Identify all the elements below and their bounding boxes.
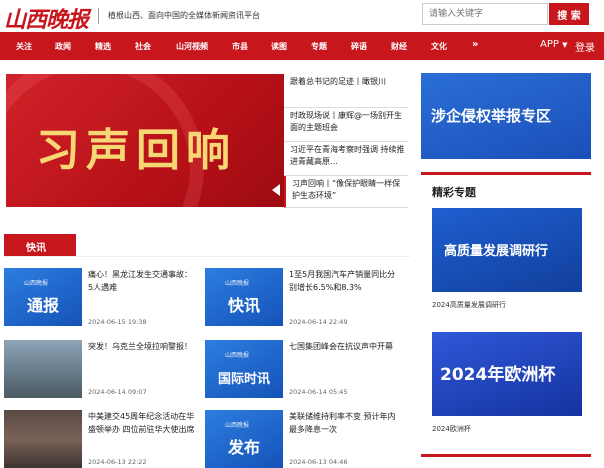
app-menu[interactable]: APP ▼ <box>540 39 567 50</box>
news-timestamp: 2024-06-14 22:49 <box>289 318 348 326</box>
thumb-watermark: 山西晚报 <box>225 280 250 287</box>
special-topic-image[interactable]: 2024年欧洲杯 <box>432 332 582 416</box>
nav-item-jingxuan[interactable]: 精选 <box>95 41 111 52</box>
main-nav: 关注 政闻 精选 社会 山河视频 市县 读图 专题 碎语 财经 文化 » APP… <box>0 32 604 60</box>
report-zone-banner[interactable]: 涉企侵权举报专区 <box>421 73 591 159</box>
special-topic-caption[interactable]: 2024高质量发展调研行 <box>432 300 506 310</box>
special-topic-image[interactable]: 高质量发展调研行 <box>432 208 582 292</box>
special-topics-title: 精彩专题 <box>432 186 476 199</box>
news-title[interactable]: 突发！乌克兰全境拉响警报！ <box>88 340 196 353</box>
header: 山西晚报 植根山西、面向中国的全媒体新闻资讯平台 搜 索 <box>0 0 604 33</box>
headline-list: 跟着总书记的足迹丨瞰银川 时政现场说丨康辉@一场别开生面的主题班会 习近平在青海… <box>284 74 408 208</box>
news-thumbnail[interactable]: 山西晚报 快讯 <box>205 268 283 326</box>
thumb-watermark: 山西晚报 <box>225 422 250 429</box>
site-logo[interactable]: 山西晚报 <box>4 2 89 34</box>
nav-more-icon[interactable]: » <box>472 39 478 50</box>
logo-divider <box>98 8 99 24</box>
news-timestamp: 2024-06-15 19:38 <box>88 318 147 326</box>
nav-item-shixian[interactable]: 市县 <box>232 41 248 52</box>
nav-item-caijing[interactable]: 财经 <box>391 41 407 52</box>
news-timestamp: 2024-06-14 05:45 <box>289 388 348 396</box>
divider <box>421 454 591 457</box>
thumb-watermark: 山西晚报 <box>24 280 49 287</box>
news-title[interactable]: 七国集团峰会在抗议声中开幕 <box>289 340 397 353</box>
divider <box>421 172 591 175</box>
news-title[interactable]: 1至5月我国汽车产销量同比分别增长6.5%和8.3% <box>289 268 397 294</box>
nav-item-dutu[interactable]: 读图 <box>271 41 287 52</box>
nav-item-shehui[interactable]: 社会 <box>135 41 151 52</box>
headline-item[interactable]: 跟着总书记的足迹丨瞰银川 <box>284 74 408 108</box>
news-thumbnail[interactable]: 山西晚报 通报 <box>4 268 82 326</box>
banner-title: 习声回响 <box>36 125 236 176</box>
active-slide-pointer <box>272 184 280 196</box>
news-thumbnail[interactable]: 山西晚报 发布 <box>205 410 283 468</box>
search-button[interactable]: 搜 索 <box>549 3 589 25</box>
news-thumbnail-photo[interactable] <box>4 340 82 398</box>
special-topic-caption[interactable]: 2024欧洲杯 <box>432 424 471 434</box>
search-input[interactable] <box>422 3 548 25</box>
news-thumbnail[interactable]: 山西晚报 国际时讯 <box>205 340 283 398</box>
thumb-label: 发布 <box>227 438 260 457</box>
nav-item-wenhua[interactable]: 文化 <box>431 41 447 52</box>
headline-item[interactable]: 习近平在青海考察时强调 持续推进青藏高原… <box>284 142 408 176</box>
news-title[interactable]: 美联储维持利率不变 预计年内最多降息一次 <box>289 410 397 436</box>
app-label: APP <box>540 39 559 50</box>
login-link[interactable]: 登录 <box>575 39 595 54</box>
headline-item-active[interactable]: 习声回响丨“像保护眼睛一样保护生态环境” <box>284 176 408 208</box>
special-topic-image-text: 高质量发展调研行 <box>444 244 549 259</box>
chevron-down-icon: ▼ <box>562 41 568 49</box>
divider <box>4 256 410 257</box>
headline-item[interactable]: 时政现场说丨康辉@一场别开生面的主题班会 <box>284 108 408 142</box>
nav-item-guanzhu[interactable]: 关注 <box>16 41 32 52</box>
news-timestamp: 2024-06-14 09:07 <box>88 388 147 396</box>
nav-item-video[interactable]: 山河视频 <box>176 41 208 52</box>
site-slogan: 植根山西、面向中国的全媒体新闻资讯平台 <box>108 11 260 20</box>
news-thumbnail-photo[interactable] <box>4 410 82 468</box>
news-title[interactable]: 痛心！黑龙江发生交通事故：5人遇难 <box>88 268 196 294</box>
thumb-label: 国际时讯 <box>217 372 270 387</box>
thumb-label: 通报 <box>26 296 59 315</box>
report-zone-label: 涉企侵权举报专区 <box>431 107 552 125</box>
headline-banner[interactable]: 习声回响 <box>6 74 284 207</box>
thumb-watermark: 山西晚报 <box>225 352 250 359</box>
section-title: 快讯 <box>4 234 76 256</box>
thumb-label: 快讯 <box>227 296 260 315</box>
news-title[interactable]: 中美建交45周年纪念活动在华盛顿举办 四位前驻华大使出席 <box>88 410 196 436</box>
nav-item-zhengwen[interactable]: 政闻 <box>55 41 71 52</box>
nav-item-suiyu[interactable]: 碎语 <box>351 41 367 52</box>
special-topic-image-text: 2024年欧洲杯 <box>440 365 556 385</box>
nav-item-zhuanti[interactable]: 专题 <box>311 41 327 52</box>
